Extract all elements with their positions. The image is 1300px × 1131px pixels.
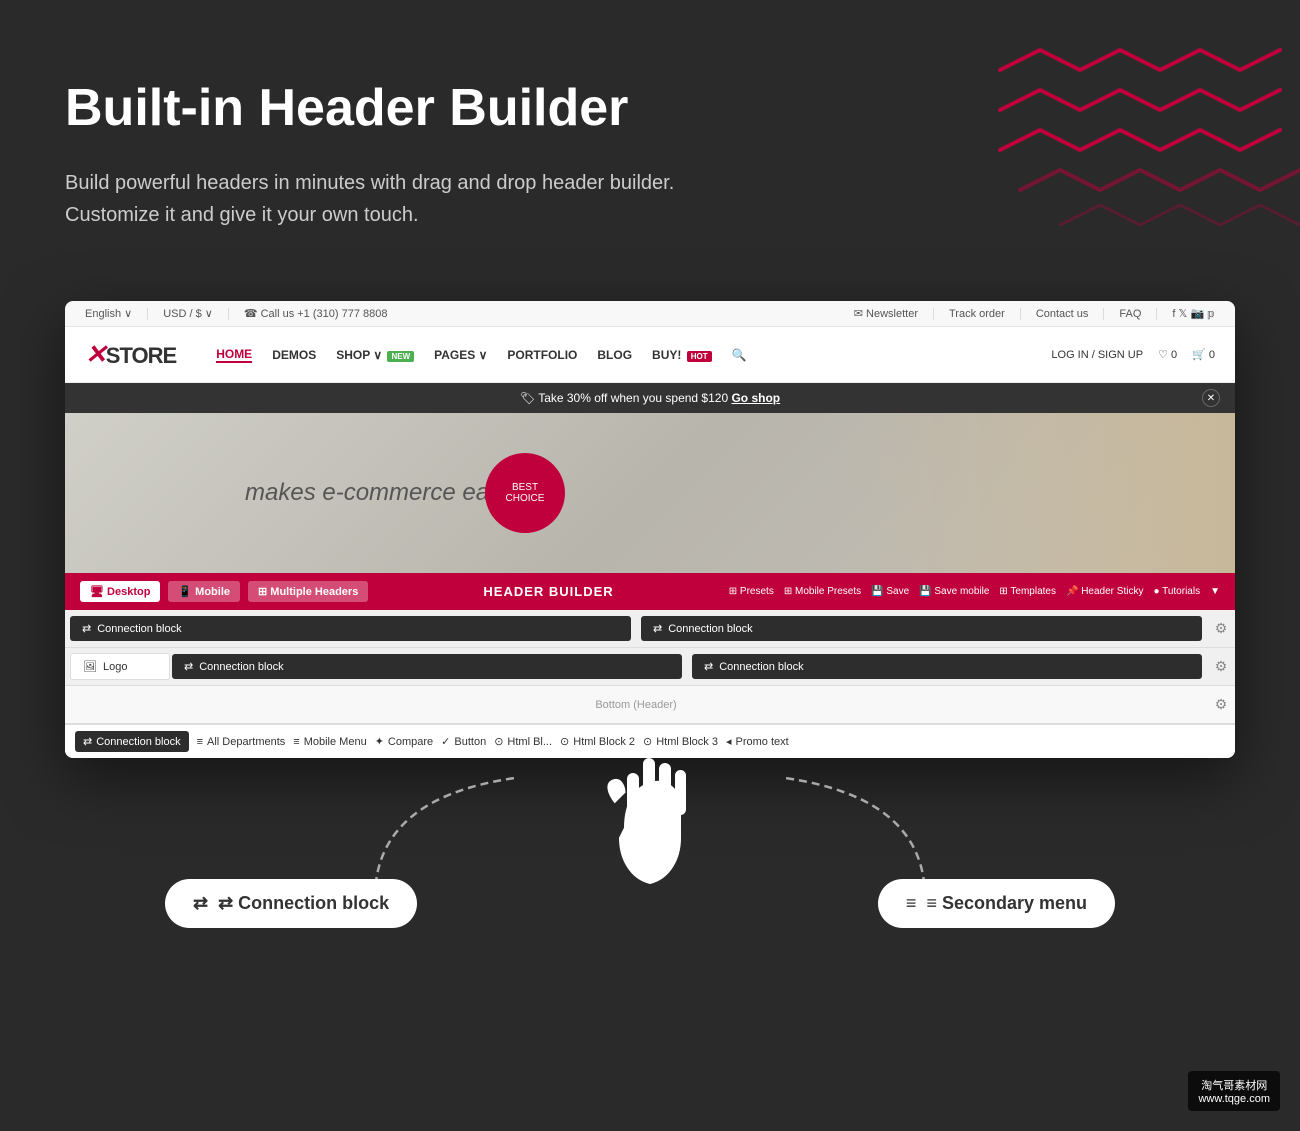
mobile-tab[interactable]: 📱 Mobile [168,581,240,602]
templates-button[interactable]: ⊞ Templates [999,586,1056,597]
row1-settings[interactable]: ⚙ [1207,610,1235,647]
divider [933,308,934,320]
divider [1020,308,1021,320]
topbar-right: ✉ Newsletter Track order Contact us FAQ … [854,307,1215,320]
row2-inner: 🖼 Logo ⇄ Connection block ⇄ Connection b… [65,648,1207,685]
store-hero-image: makes e-commerce easy BEST CHOICE [65,413,1235,573]
desktop-tab[interactable]: 🖥 Desktop [80,581,160,602]
tutorials-button[interactable]: ● Tutorials [1153,586,1200,597]
choice-text: CHOICE [506,493,545,504]
store-logo: ✕STORE [85,339,176,370]
element-all-departments[interactable]: ≡ All Departments [197,736,286,748]
builder-row-2: 🖼 Logo ⇄ Connection block ⇄ Connection b… [65,648,1235,686]
builder-rows: ⇄ Connection block ⇄ Connection block ⚙ … [65,610,1235,758]
currency-selector[interactable]: USD / $ ∨ [163,307,213,320]
hand-cursor-icon [585,738,715,893]
conn-block-row1-left[interactable]: ⇄ Connection block [70,616,631,641]
promo-link[interactable]: Go shop [731,391,780,405]
nav-right: LOG IN / SIGN UP ♡ 0 🛒 0 [1051,348,1215,361]
hero-section: Built-in Header Builder Build powerful h… [0,0,900,271]
hb-actions: ⊞ Presets ⊞ Mobile Presets 💾 Save 💾 Save… [729,586,1220,597]
bottom-header-label: Bottom (Header) [70,691,1202,719]
phone-number: ☎ Call us +1 (310) 777 8808 [244,307,388,320]
menu-home[interactable]: HOME [216,347,252,363]
element-compare[interactable]: ✦ Compare [375,735,433,748]
save-mobile-button[interactable]: 💾 Save mobile [919,586,989,597]
row3-settings[interactable]: ⚙ [1207,686,1235,723]
menu-portfolio[interactable]: PORTFOLIO [507,348,577,362]
conn-block-row2-right[interactable]: ⇄ Connection block [692,654,1202,679]
save-button[interactable]: 💾 Save [871,586,909,597]
language-selector[interactable]: English ∨ [85,307,132,320]
divider [1156,308,1157,320]
contact-link[interactable]: Contact us [1036,308,1089,320]
element-promo-text[interactable]: ◂ Promo text [726,735,789,748]
menu-buy[interactable]: BUY! HOT [652,348,712,362]
mobile-presets-button[interactable]: ⊞ Mobile Presets [784,586,861,597]
logo-text: STORE [106,343,176,368]
conn-block-row1-right[interactable]: ⇄ Connection block [641,616,1202,641]
row2-settings[interactable]: ⚙ [1207,648,1235,685]
divider [1103,308,1104,320]
multiple-headers-tab[interactable]: ⊞ Multiple Headers [248,581,368,602]
hero-tagline: makes e-commerce easy [245,479,513,507]
search-icon[interactable]: 🔍 [732,348,747,362]
element-html-block-1[interactable]: ⊙ Html Bl... [494,735,552,748]
best-text: BEST [512,482,538,493]
wishlist-icon[interactable]: ♡ 0 [1158,348,1177,361]
secondary-menu-callout: ≡ ≡ Secondary menu [878,879,1115,928]
watermark: 淘气哥素材网 www.tqge.com [1188,1071,1280,1111]
connection-block-callout: ⇄ ⇄ Connection block [165,879,417,928]
promo-close-button[interactable]: ✕ [1202,389,1220,407]
promo-text: 🏷 Take 30% off when you spend $120 [520,391,728,405]
store-nav: ✕STORE HOME DEMOS SHOP ∨ NEW PAGES ∨ POR… [65,327,1235,383]
promo-bar: 🏷 Take 30% off when you spend $120 Go sh… [65,383,1235,413]
conn-block-row2-mid[interactable]: ⇄ Connection block [172,654,682,679]
menu-shop[interactable]: SHOP ∨ NEW [336,348,414,362]
browser-mockup: English ∨ USD / $ ∨ ☎ Call us +1 (310) 7… [65,301,1235,758]
page-title: Built-in Header Builder [65,80,835,137]
builder-row-3: Bottom (Header) ⚙ [65,686,1235,724]
header-builder-toolbar: 🖥 Desktop 📱 Mobile ⊞ Multiple Headers HE… [65,573,1235,610]
hero-description: Build powerful headers in minutes with d… [65,167,835,231]
element-conn-block[interactable]: ⇄ Connection block [75,731,189,752]
logo-block[interactable]: 🖼 Logo [70,653,170,680]
builder-row-1: ⇄ Connection block ⇄ Connection block ⚙ [65,610,1235,648]
divider [147,308,148,320]
login-link[interactable]: LOG IN / SIGN UP [1051,349,1143,361]
menu-demos[interactable]: DEMOS [272,348,316,362]
header-builder-label: HEADER BUILDER [376,584,720,599]
best-choice-badge: BEST CHOICE [485,453,565,533]
collapse-button[interactable]: ▼ [1210,586,1220,597]
store-menu: HOME DEMOS SHOP ∨ NEW PAGES ∨ PORTFOLIO … [216,347,1051,363]
store-topbar: English ∨ USD / $ ∨ ☎ Call us +1 (310) 7… [65,301,1235,327]
topbar-left: English ∨ USD / $ ∨ ☎ Call us +1 (310) 7… [85,307,839,320]
element-button[interactable]: ✓ Button [441,735,486,748]
header-sticky-button[interactable]: 📌 Header Sticky [1066,586,1143,597]
social-icons: f 𝕏 📷 𝕡 [1172,307,1215,320]
presets-button[interactable]: ⊞ Presets [729,586,774,597]
annotations-area: ⇄ ⇄ Connection block ≡ ≡ Secondary menu [65,758,1235,958]
track-order-link[interactable]: Track order [949,308,1005,320]
row1-inner: ⇄ Connection block ⇄ Connection block [65,610,1207,647]
newsletter-link[interactable]: ✉ Newsletter [854,307,918,320]
menu-pages[interactable]: PAGES ∨ [434,348,487,362]
element-mobile-menu[interactable]: ≡ Mobile Menu [293,736,366,748]
hero-model-image [835,413,1235,573]
row3-inner: Bottom (Header) [65,686,1207,723]
divider [228,308,229,320]
faq-link[interactable]: FAQ [1119,308,1141,320]
zigzag-decoration [980,40,1300,240]
cart-icon[interactable]: 🛒 0 [1192,348,1215,361]
menu-blog[interactable]: BLOG [597,348,632,362]
